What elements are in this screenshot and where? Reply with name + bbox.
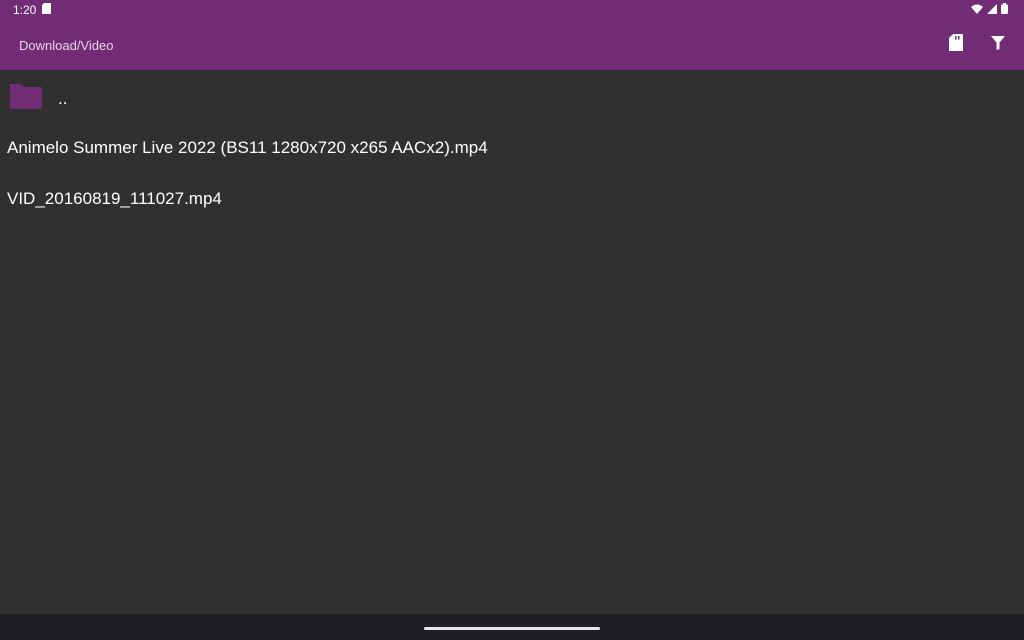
status-bar: 1:20 [0, 0, 1024, 20]
app-bar-actions [944, 33, 1010, 57]
navigation-bar [0, 614, 1024, 640]
status-right [971, 3, 1008, 17]
file-name: Animelo Summer Live 2022 (BS11 1280x720 … [7, 137, 488, 157]
parent-directory-label: .. [58, 89, 68, 108]
file-list: .. Animelo Summer Live 2022 (BS11 1280x7… [0, 70, 1024, 224]
status-left: 1:20 [13, 3, 52, 17]
signal-icon [987, 3, 997, 17]
folder-icon [8, 82, 44, 110]
sd-card-icon [42, 3, 52, 17]
file-name: VID_20160819_111027.mp4 [7, 188, 222, 208]
filter-button[interactable] [986, 33, 1010, 57]
battery-icon [1001, 3, 1008, 17]
current-path-title: Download/Video [19, 37, 114, 53]
parent-directory-row[interactable]: .. [0, 70, 1024, 122]
wifi-icon [971, 3, 983, 17]
sd-card-button[interactable] [944, 33, 968, 57]
file-row[interactable]: VID_20160819_111027.mp4 [0, 173, 1024, 224]
file-row[interactable]: Animelo Summer Live 2022 (BS11 1280x720 … [0, 122, 1024, 173]
app-bar: Download/Video [0, 20, 1024, 70]
home-gesture-handle[interactable] [424, 626, 600, 630]
sd-card-icon [949, 34, 963, 56]
filter-icon [991, 35, 1005, 55]
status-time: 1:20 [13, 3, 37, 17]
